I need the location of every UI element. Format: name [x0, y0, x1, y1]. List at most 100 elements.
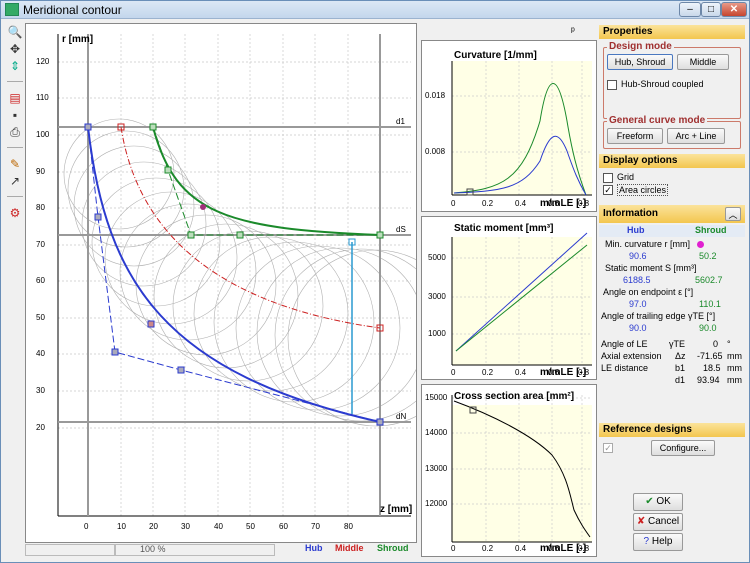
display-options-header: Display options — [599, 154, 745, 168]
x-axis-label: z [mm] — [380, 504, 413, 515]
cross-ytick: 14000 — [425, 428, 448, 437]
maximize-button[interactable]: □ — [701, 2, 721, 17]
mini-x-tick: 0.2 — [482, 544, 494, 553]
mini-x-tick: 0.2 — [482, 368, 494, 377]
le-angle-unit: ° — [727, 339, 731, 349]
fit-icon[interactable]: ⇕ — [7, 59, 23, 74]
y-tick-label: 120 — [36, 57, 50, 66]
help-button[interactable]: ? Help — [633, 533, 683, 551]
close-button[interactable]: ✕ — [721, 2, 747, 17]
mini-x-tick: 0.8 — [578, 368, 590, 377]
min-curvature-label: Min. curvature r [mm] — [605, 239, 691, 249]
static-moment-plot[interactable]: Static moment [mm³] m/mLE [-] 5000 3000 … — [421, 216, 597, 380]
y-tick-label: 110 — [36, 93, 49, 102]
status-bar: 100 % Hub Middle Shroud — [25, 543, 417, 557]
cancel-x-icon: ✘ — [636, 516, 649, 527]
collapse-button[interactable]: ︿ — [725, 207, 741, 221]
le-angle-label: Angle of LE — [601, 339, 648, 349]
print-icon[interactable]: ⎙ — [7, 125, 23, 140]
zoom-in-icon[interactable]: 🔍 — [7, 25, 23, 40]
x-tick-label: 20 — [149, 522, 158, 531]
edit-icon[interactable]: ✎ — [7, 157, 23, 172]
legend-middle: Middle — [335, 543, 364, 553]
y-tick-label: 80 — [36, 203, 45, 212]
properties-panel: Properties Design mode Hub, Shroud Middl… — [599, 23, 749, 557]
y-tick-label: 50 — [36, 313, 45, 322]
legend-shroud: Shroud — [377, 543, 409, 553]
status-cell — [25, 544, 115, 556]
mini-x-tick: 0.6 — [548, 544, 560, 553]
le-distance-unit: mm — [727, 363, 742, 373]
grid-label: Grid — [617, 172, 635, 182]
settings-icon[interactable]: ⚙ — [7, 206, 23, 221]
legend-hub: Hub — [305, 543, 323, 553]
static-moment-hub: 6188.5 — [623, 275, 651, 285]
toolbar: 🔍 ✥ ⇕ ▤ ▪ ⎙ ✎ ↗ ⚙ — [5, 23, 25, 543]
window: Meridional contour – □ ✕ 🔍 ✥ ⇕ ▤ ▪ ⎙ ✎ ↗… — [0, 0, 750, 563]
info-hub-col: Hub — [627, 225, 645, 235]
reference-designs-checkbox[interactable]: ✓ — [603, 443, 613, 453]
mini-x-tick: 0.4 — [515, 544, 527, 553]
mini-x-tick: 0.4 — [515, 199, 527, 208]
status-cell — [115, 544, 275, 556]
meridional-plot[interactable]: r [mm] z [mm] d1 dS dN 120 110 100 90 80 70 60… — [25, 23, 417, 543]
x-tick-label: 80 — [344, 522, 353, 531]
window-title: Meridional contour — [23, 3, 122, 17]
axial-extension-symbol: Δz — [675, 351, 686, 361]
configure-button[interactable]: Configure... — [651, 440, 715, 456]
ok-check-icon: ✔ — [645, 496, 657, 507]
ok-button[interactable]: ✔ OK — [633, 493, 683, 511]
cross-section-title: Cross section area [mm²] — [454, 391, 575, 402]
cross-section-plot[interactable]: Cross section area [mm²] m/mLE [-] 15000… — [421, 384, 597, 557]
mini-x-tick: 0 — [451, 544, 456, 553]
area-circles-checkbox[interactable]: ✓ — [603, 185, 613, 195]
arc-line-button[interactable]: Arc + Line — [667, 128, 725, 144]
arrow-icon[interactable]: ↗ — [7, 174, 23, 189]
export-icon[interactable]: ▤ — [7, 91, 23, 106]
grid-checkbox[interactable] — [603, 173, 613, 183]
cancel-button[interactable]: ✘ Cancel — [633, 513, 683, 531]
hub-shroud-button[interactable]: Hub, Shroud — [607, 54, 673, 70]
freeform-button[interactable]: Freeform — [607, 128, 663, 144]
y-tick-label: 30 — [36, 386, 45, 395]
app-icon — [5, 3, 19, 16]
d1-marker: d1 — [396, 117, 405, 126]
x-tick-label: 30 — [181, 522, 190, 531]
pan-icon[interactable]: ✥ — [7, 42, 23, 57]
ds-marker: dS — [396, 225, 406, 234]
le-distance-label: LE distance — [601, 363, 649, 373]
reference-designs-header: Reference designs — [599, 423, 745, 437]
toolbar-divider — [7, 196, 23, 197]
angle-te-label: Angle of trailing edge γTE [°] — [601, 311, 716, 321]
axial-extension-label: Axial extension — [601, 351, 662, 361]
pin-icon[interactable]: ᵖ — [571, 26, 575, 37]
middle-button[interactable]: Middle — [677, 54, 729, 70]
min-curvature-hub: 90.6 — [629, 251, 647, 261]
curvature-plot[interactable]: Curvature [1/mm] m/mLE [-] 0.018 0.008 0… — [421, 40, 597, 212]
minimize-button[interactable]: – — [679, 2, 701, 17]
mini-x-tick: 0 — [451, 368, 456, 377]
angle-endpoint-label: Angle on endpoint ε [°] — [603, 287, 694, 297]
le-angle-value: 0 — [713, 339, 719, 349]
hub-shroud-coupled-checkbox[interactable] — [607, 80, 617, 90]
mini-x-tick: 0.8 — [578, 544, 590, 553]
design-mode-label: Design mode — [607, 41, 674, 52]
y-tick-label: 90 — [36, 167, 45, 176]
properties-header: Properties — [599, 25, 745, 39]
static-ytick: 5000 — [428, 253, 446, 262]
x-tick-label: 10 — [117, 522, 126, 531]
cross-ytick: 13000 — [425, 464, 448, 473]
save-icon[interactable]: ▪ — [7, 108, 23, 123]
mini-x-tick: 0.6 — [548, 199, 560, 208]
dn-marker: dN — [396, 412, 407, 421]
static-moment-label: Static moment S [mm³] — [605, 263, 697, 273]
mini-x-tick: 0 — [451, 199, 456, 208]
area-circles-label: Area circles — [617, 184, 669, 196]
static-moment-title: Static moment [mm³] — [454, 223, 554, 234]
le-distance-value: 18.5 — [703, 363, 721, 373]
y-tick-label: 40 — [36, 349, 45, 358]
angle-te-shroud: 90.0 — [699, 323, 717, 333]
x-tick-label: 60 — [279, 522, 288, 531]
information-header: Information — [599, 205, 745, 223]
y-tick-label: 70 — [36, 240, 45, 249]
